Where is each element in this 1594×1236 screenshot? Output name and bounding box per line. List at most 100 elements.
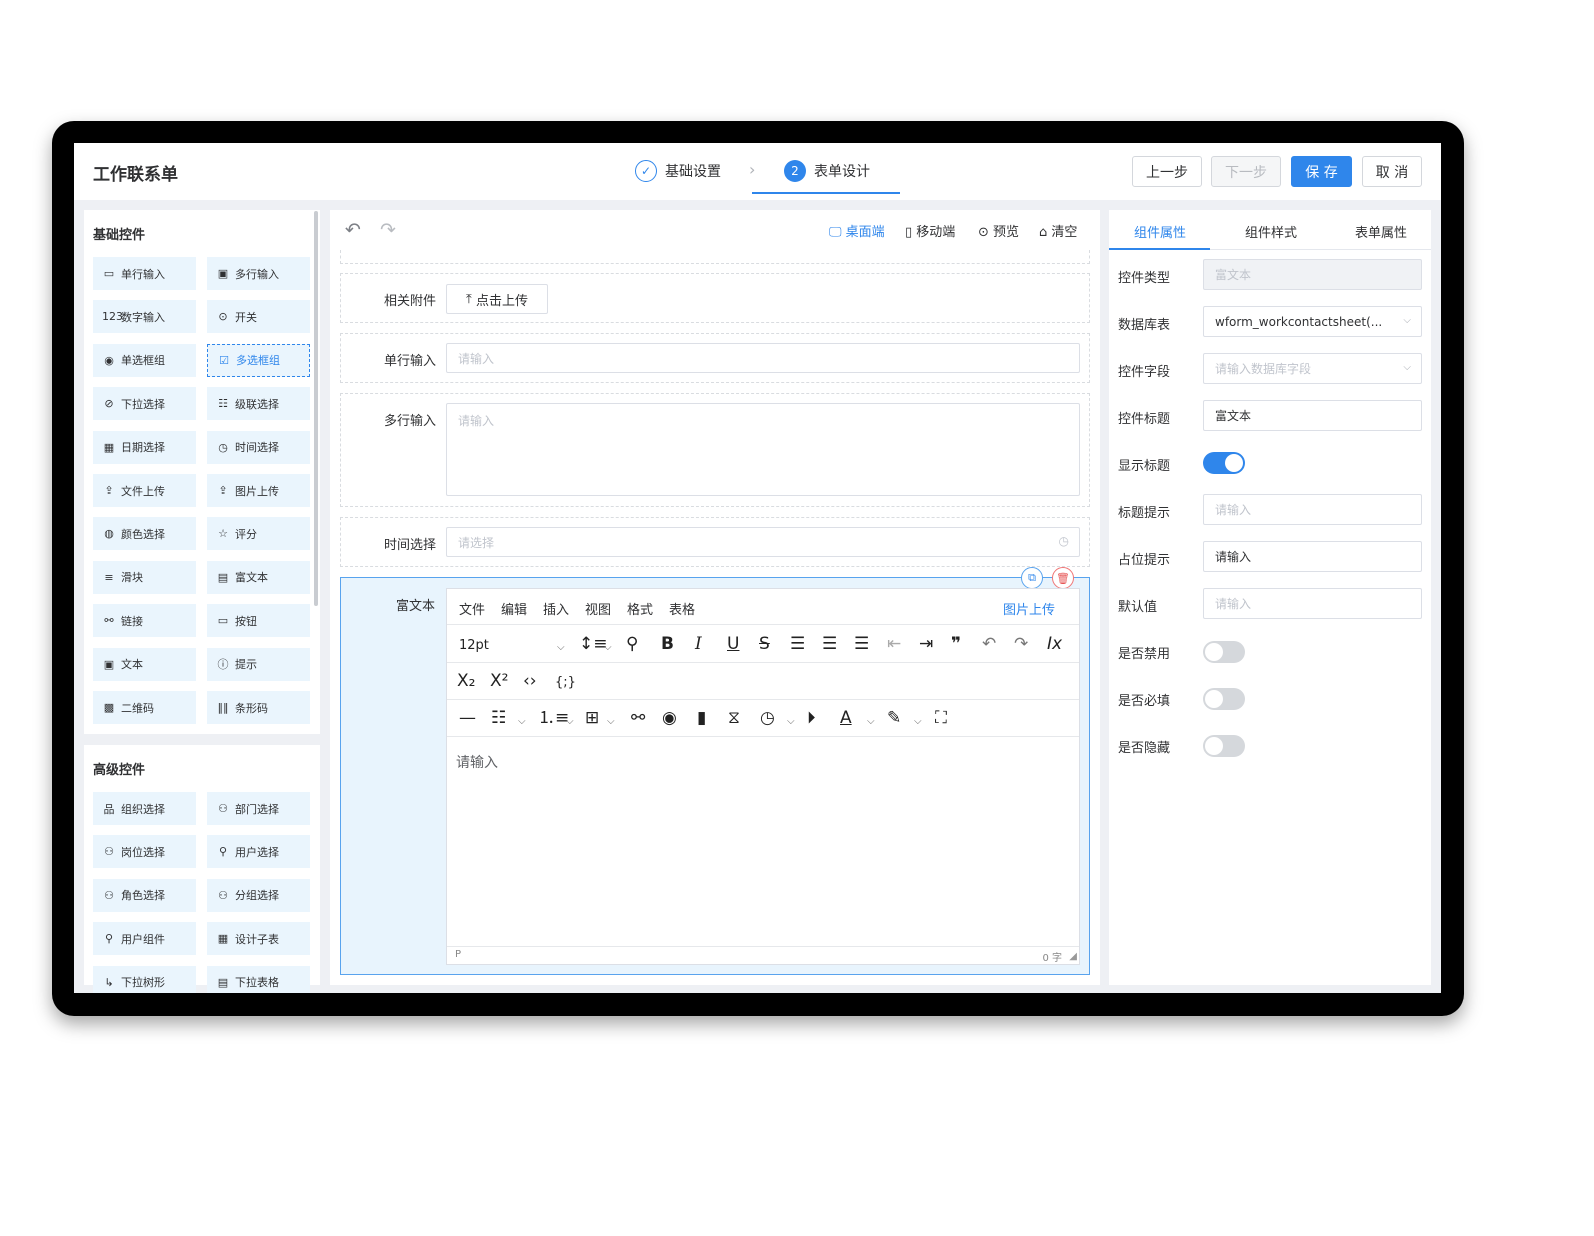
align-right-icon[interactable]: ☰	[854, 634, 869, 654]
bold-icon[interactable]: B	[661, 634, 674, 654]
copy-icon[interactable]: ⧉	[1021, 567, 1043, 589]
chevron-down-icon[interactable]: ⌵	[787, 712, 795, 732]
mobile-view-button[interactable]: ▯ 移动端	[905, 221, 955, 240]
delete-icon[interactable]: 🗑	[1052, 567, 1074, 589]
outdent-icon[interactable]: ⇤	[887, 634, 901, 654]
basic-control-item-3[interactable]: ⊙ 开关	[207, 300, 310, 334]
form-field-multi-line[interactable]: 多行输入 请输入	[340, 393, 1090, 507]
datetime-icon[interactable]: ◷	[760, 708, 775, 728]
menu-insert[interactable]: 插入	[543, 599, 569, 618]
control-field-select[interactable]: 请输入数据库字段 ⌵	[1203, 353, 1422, 384]
menu-format[interactable]: 格式	[627, 599, 653, 618]
basic-control-item-8[interactable]: ▦ 日期选择	[93, 430, 196, 464]
redo-icon[interactable]: ↷	[1014, 634, 1028, 654]
italic-icon[interactable]: I	[695, 634, 702, 654]
tab-form-properties[interactable]: 表单属性	[1355, 222, 1407, 241]
bullet-list-icon[interactable]: ☷	[491, 708, 506, 728]
advanced-control-item-3[interactable]: ⚲ 用户选择	[207, 835, 310, 869]
save-button[interactable]: 保 存	[1291, 156, 1352, 187]
chevron-down-icon[interactable]: ⌵	[557, 638, 565, 658]
basic-control-item-20[interactable]: ▩ 二维码	[93, 691, 196, 724]
clear-button[interactable]: ⌂ 清空	[1039, 221, 1077, 240]
code-block-icon[interactable]: {;}	[555, 673, 576, 693]
required-toggle[interactable]	[1203, 688, 1245, 710]
editor-content-area[interactable]: 请输入	[447, 736, 1079, 946]
control-title-input[interactable]: 富文本	[1203, 400, 1422, 431]
rich-text-editor[interactable]: 文件 编辑 插入 视图 格式 表格 图片上传 12pt ⌵ ↕≡ ⌵ ⚲ B I…	[446, 588, 1080, 965]
single-line-input[interactable]: 请输入	[446, 343, 1080, 373]
form-field-rich-text-selected[interactable]: 富文本 ⧉ 🗑 文件 编辑 插入 视图 格式 表格 图片上传 12pt ⌵ ↕≡…	[340, 567, 1090, 975]
advanced-control-item-8[interactable]: ↳ 下拉树形	[93, 965, 196, 993]
basic-control-item-7[interactable]: ☷ 级联选择	[207, 387, 310, 421]
horizontal-rule-icon[interactable]: —	[459, 708, 476, 728]
basic-control-item-14[interactable]: ≡ 滑块	[93, 560, 196, 594]
basic-control-item-2[interactable]: 123 数字输入	[93, 300, 196, 334]
title-tip-input[interactable]: 请输入	[1203, 494, 1422, 525]
upload-button[interactable]: ⤒ 点击上传	[446, 284, 548, 314]
tab-component-style[interactable]: 组件样式	[1245, 222, 1297, 241]
underline-icon[interactable]: U	[727, 634, 739, 654]
table-icon[interactable]: ⊞	[585, 708, 599, 728]
link-icon[interactable]: ⚯	[631, 708, 645, 728]
placeholder-input[interactable]: 请输入	[1203, 541, 1422, 572]
desktop-view-button[interactable]: 🖵 桌面端	[829, 221, 885, 240]
disabled-toggle[interactable]	[1203, 641, 1245, 663]
undo-icon[interactable]: ↶	[982, 634, 996, 654]
advanced-control-item-9[interactable]: ▤ 下拉表格	[207, 965, 310, 993]
image-upload-link[interactable]: 图片上传	[1003, 599, 1055, 618]
preview-button[interactable]: ⊙ 预览	[978, 221, 1019, 240]
chevron-down-icon[interactable]: ⌵	[867, 712, 875, 732]
advanced-control-item-1[interactable]: ⚇ 部门选择	[207, 792, 310, 825]
next-step-button[interactable]: 下一步	[1211, 156, 1281, 187]
basic-control-item-10[interactable]: ⇪ 文件上传	[93, 474, 196, 507]
basic-control-item-16[interactable]: ⚯ 链接	[93, 604, 196, 638]
chevron-down-icon[interactable]: ⌵	[518, 712, 526, 732]
advanced-control-item-7[interactable]: ▦ 设计子表	[207, 922, 310, 956]
basic-control-item-18[interactable]: ▣ 文本	[93, 647, 196, 681]
chevron-down-icon[interactable]: ⌵	[566, 712, 574, 732]
chevron-down-icon[interactable]: ⌵	[607, 712, 615, 732]
advanced-control-item-4[interactable]: ⚇ 角色选择	[93, 878, 196, 912]
advanced-control-item-2[interactable]: ⚇ 岗位选择	[93, 835, 196, 869]
form-field-time[interactable]: 时间选择 请选择 ◷	[340, 517, 1090, 567]
basic-control-item-6[interactable]: ⊘ 下拉选择	[93, 387, 196, 421]
fullscreen-icon[interactable]: ⛶	[935, 708, 947, 728]
font-color-icon[interactable]: A	[840, 708, 852, 728]
hidden-toggle[interactable]	[1203, 735, 1245, 757]
multi-line-textarea[interactable]: 请输入	[446, 403, 1080, 496]
advanced-control-item-0[interactable]: 品组织选择	[93, 792, 196, 825]
tab-component-properties[interactable]: 组件属性	[1134, 222, 1186, 241]
search-icon[interactable]: ⚲	[626, 634, 638, 654]
page-break-icon[interactable]: ⧖	[728, 708, 740, 728]
default-value-input[interactable]: 请输入	[1203, 588, 1422, 619]
menu-edit[interactable]: 编辑	[501, 599, 527, 618]
bookmark-icon[interactable]: ▮	[697, 708, 706, 728]
chevron-down-icon[interactable]: ⌵	[914, 712, 922, 732]
redo-icon[interactable]: ↷	[380, 219, 396, 241]
preview-eye-icon[interactable]: ◉	[662, 708, 677, 728]
numbered-list-icon[interactable]: ⒈≡	[538, 708, 569, 728]
basic-control-item-0[interactable]: ▭ 单行输入	[93, 257, 196, 290]
strikethrough-icon[interactable]: S	[759, 634, 770, 654]
font-size-select[interactable]: 12pt	[459, 636, 489, 656]
step-basic-settings[interactable]: ✓ 基础设置	[635, 159, 721, 183]
element-path[interactable]: P	[455, 949, 461, 960]
cancel-button[interactable]: 取 消	[1362, 156, 1422, 187]
basic-control-item-17[interactable]: ▭ 按钮	[207, 604, 310, 638]
advanced-control-item-6[interactable]: ⚲ 用户组件	[93, 922, 196, 956]
basic-control-item-12[interactable]: ◍ 颜色选择	[93, 517, 196, 551]
blockquote-icon[interactable]: ❞	[951, 634, 961, 654]
basic-control-item-1[interactable]: ▣ 多行输入	[207, 257, 310, 290]
form-field-attachment[interactable]: 相关附件 ⤒ 点击上传	[340, 273, 1090, 323]
basic-control-item-15[interactable]: ▤ 富文本	[207, 560, 310, 594]
basic-control-item-4[interactable]: ◉ 单选框组	[93, 343, 196, 377]
basic-control-item-5[interactable]: ☑ 多选框组	[207, 343, 310, 377]
menu-file[interactable]: 文件	[459, 599, 485, 618]
database-table-select[interactable]: wform_workcontactsheet(... ⌵	[1203, 306, 1422, 337]
basic-control-item-19[interactable]: ⓘ 提示	[207, 647, 310, 681]
media-icon[interactable]: ⏵	[807, 708, 816, 728]
basic-control-item-9[interactable]: ◷ 时间选择	[207, 430, 310, 464]
highlight-icon[interactable]: ✎	[887, 708, 901, 728]
clear-format-icon[interactable]: Ix	[1047, 634, 1062, 654]
palette-scrollbar[interactable]	[314, 211, 318, 606]
